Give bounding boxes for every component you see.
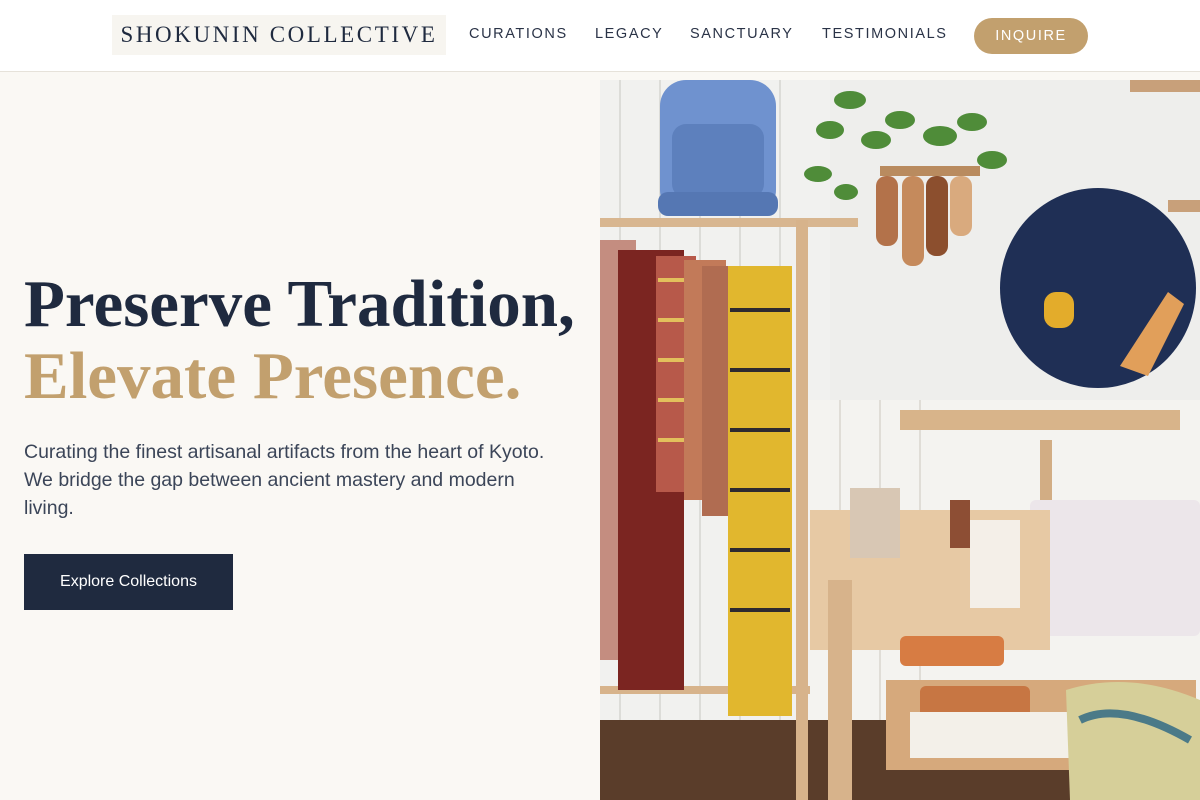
hero-subtext: Curating the finest artisanal artifacts …: [24, 441, 545, 519]
nav-link-legacy[interactable]: LEGACY: [595, 26, 663, 42]
headline-line-1: Preserve Tradition,: [24, 267, 575, 341]
nav-link-sanctuary[interactable]: SANCTUARY: [690, 26, 794, 42]
shop-interior-illustration: [600, 80, 1200, 800]
explore-collections-button[interactable]: Explore Collections: [24, 554, 233, 610]
hero-headline: Preserve Tradition, Elevate Presence.: [24, 268, 575, 412]
hero-photo: [600, 80, 1200, 800]
brand-logo[interactable]: SHOKUNIN COLLECTIVE: [112, 15, 446, 55]
inquire-button[interactable]: INQUIRE: [974, 18, 1088, 54]
headline-line-2: Elevate Presence.: [24, 339, 522, 413]
nav-link-curations[interactable]: CURATIONS: [469, 26, 568, 42]
nav-link-testimonials[interactable]: TESTIMONIALS: [822, 26, 948, 42]
top-navbar: SHOKUNIN COLLECTIVE CURATIONS LEGACY SAN…: [0, 0, 1200, 72]
